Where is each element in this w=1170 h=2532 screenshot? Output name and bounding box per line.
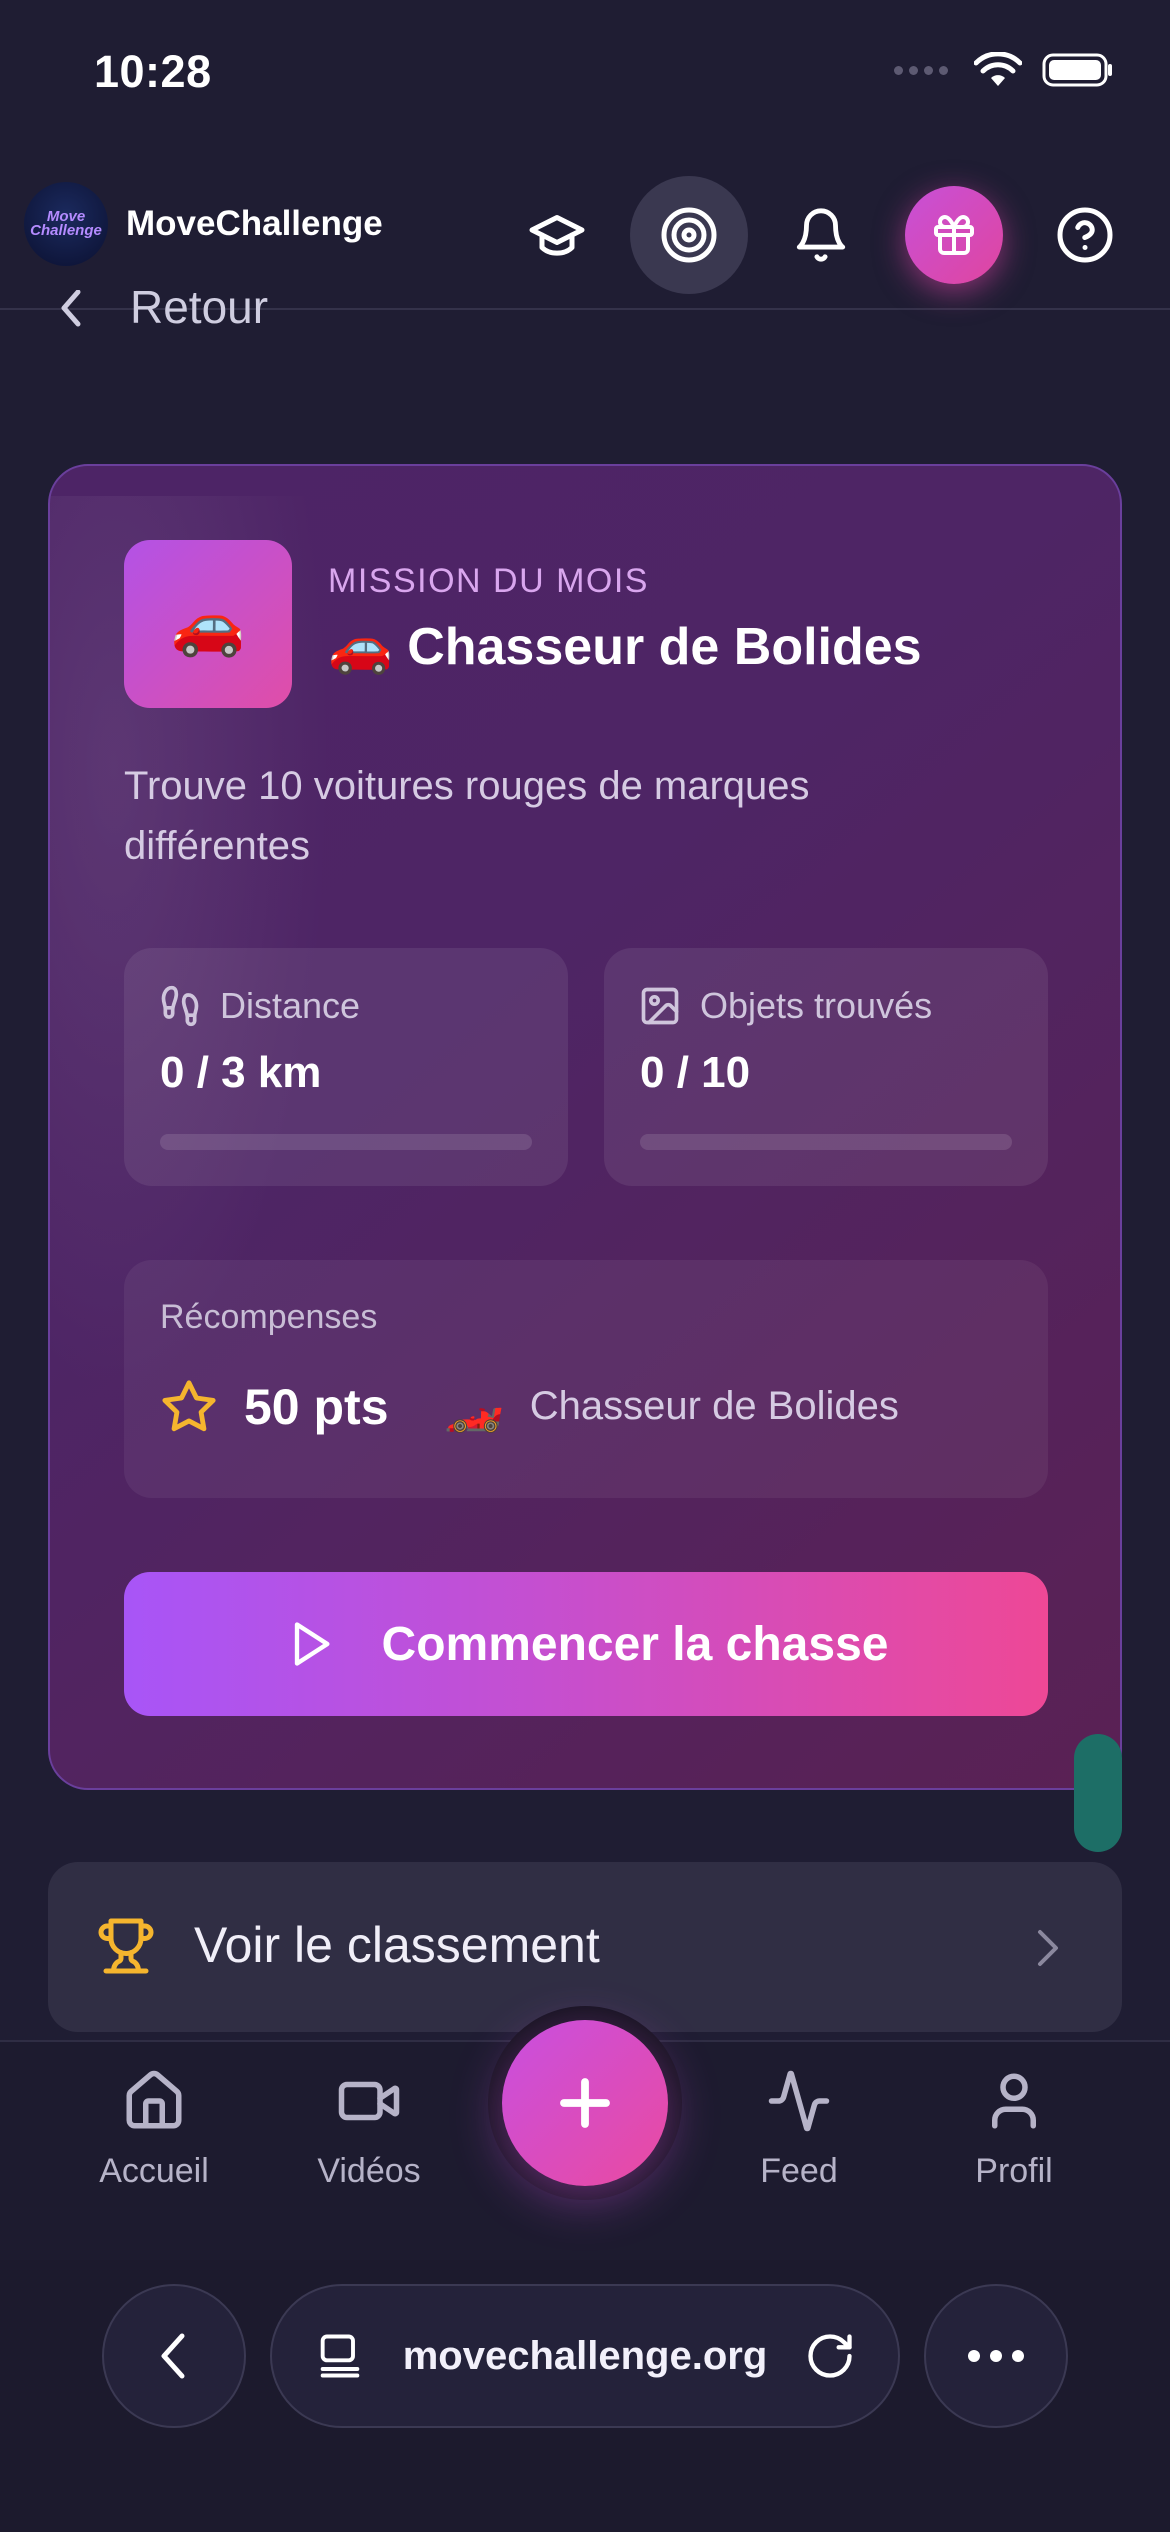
more-icon bbox=[968, 2350, 1024, 2362]
app-header: Move Challenge MoveChallenge bbox=[0, 150, 1170, 310]
nav-profile[interactable]: Profil bbox=[924, 2068, 1104, 2191]
distance-progress-bar bbox=[160, 1134, 532, 1150]
battery-icon bbox=[1042, 53, 1112, 87]
bottom-nav: Accueil Vidéos Feed Profil bbox=[0, 2006, 1170, 2260]
browser-back-button[interactable] bbox=[102, 2284, 246, 2428]
activity-icon bbox=[768, 2070, 830, 2132]
help-button[interactable] bbox=[1026, 176, 1144, 294]
address-bar[interactable]: movechallenge.org bbox=[270, 2284, 900, 2428]
start-hunt-label: Commencer la chasse bbox=[381, 1617, 889, 1671]
target-icon bbox=[661, 207, 717, 263]
floating-scroll-handle[interactable] bbox=[1074, 1734, 1122, 1852]
bell-icon bbox=[796, 208, 846, 262]
trophy-icon bbox=[98, 1918, 154, 1974]
image-icon bbox=[641, 987, 679, 1025]
app-title[interactable]: MoveChallenge bbox=[126, 204, 383, 244]
rewards-label: Récompenses bbox=[160, 1298, 378, 1336]
nav-profile-label: Profil bbox=[975, 2152, 1053, 2190]
status-time: 10:28 bbox=[94, 46, 212, 97]
leaderboard-label: Voir le classement bbox=[194, 1917, 600, 1973]
reward-badge: 🏎️ Chasseur de Bolides bbox=[444, 1378, 899, 1435]
nav-home-label: Accueil bbox=[99, 2152, 209, 2190]
mission-description: Trouve 10 voitures rouges de marques dif… bbox=[124, 764, 810, 868]
status-bar: 10:28 bbox=[0, 0, 1170, 150]
nav-videos[interactable]: Vidéos bbox=[279, 2068, 459, 2191]
nav-feed-label: Feed bbox=[760, 2152, 838, 2190]
race-car-icon: 🏎️ bbox=[444, 1381, 504, 1434]
gift-icon bbox=[934, 215, 974, 255]
distance-stat: Distance 0 / 3 km bbox=[124, 948, 568, 1186]
wifi-icon bbox=[974, 52, 1022, 86]
play-icon bbox=[294, 1622, 330, 1666]
back-label: Retour bbox=[130, 290, 269, 330]
user-icon bbox=[992, 2073, 1036, 2129]
rewards-panel: Récompenses 50 pts 🏎️ Chasseur de Bolide… bbox=[124, 1260, 1048, 1498]
cellular-signal-icon bbox=[894, 65, 948, 75]
footprints-icon bbox=[161, 985, 199, 1027]
reward-points-value: 50 pts bbox=[244, 1379, 389, 1435]
chevron-left-icon bbox=[161, 2333, 185, 2379]
mission-card: 🚗 MISSION DU MOIS 🚗 Chasseur de Bolides … bbox=[48, 464, 1122, 1790]
star-icon bbox=[162, 1380, 216, 1432]
video-icon bbox=[338, 2081, 400, 2121]
help-icon bbox=[1057, 207, 1113, 263]
reward-badge-name: Chasseur de Bolides bbox=[529, 1384, 899, 1428]
url-text: movechallenge.org bbox=[402, 2333, 768, 2378]
chevron-right-icon bbox=[1038, 1930, 1058, 1966]
status-icons bbox=[894, 52, 1114, 88]
back-link[interactable]: Retour bbox=[56, 290, 268, 330]
objects-found-label: Objets trouvés bbox=[700, 985, 933, 1026]
chevron-left-icon bbox=[61, 290, 81, 327]
objects-found-progress-bar bbox=[640, 1134, 1012, 1150]
nav-videos-label: Vidéos bbox=[317, 2152, 421, 2190]
challenges-button[interactable] bbox=[630, 176, 748, 294]
reload-icon[interactable] bbox=[804, 2330, 856, 2382]
tab-overview-icon[interactable] bbox=[314, 2330, 366, 2382]
mission-title: 🚗 Chasseur de Bolides bbox=[328, 618, 922, 676]
plus-icon bbox=[560, 2078, 610, 2128]
rewards-button[interactable] bbox=[905, 186, 1003, 284]
reward-points: 50 pts bbox=[160, 1378, 389, 1436]
objects-found-value: 0 / 10 bbox=[640, 1048, 751, 1097]
create-button[interactable] bbox=[502, 2020, 668, 2186]
mission-kicker: MISSION DU MOIS bbox=[328, 562, 649, 600]
distance-value: 0 / 3 km bbox=[160, 1048, 322, 1097]
notifications-button[interactable] bbox=[762, 176, 880, 294]
browser-more-button[interactable] bbox=[924, 2284, 1068, 2428]
mission-icon: 🚗 bbox=[124, 540, 292, 708]
graduation-cap-icon bbox=[529, 215, 585, 256]
objects-found-stat: Objets trouvés 0 / 10 bbox=[604, 948, 1048, 1186]
start-hunt-button[interactable]: Commencer la chasse bbox=[124, 1572, 1048, 1716]
nav-feed[interactable]: Feed bbox=[709, 2068, 889, 2191]
app-logo[interactable]: Move Challenge bbox=[24, 182, 108, 266]
nav-home[interactable]: Accueil bbox=[64, 2068, 244, 2191]
browser-toolbar: movechallenge.org bbox=[0, 2260, 1170, 2532]
home-icon bbox=[126, 2070, 182, 2129]
distance-label: Distance bbox=[220, 985, 361, 1026]
learning-button[interactable] bbox=[498, 176, 616, 294]
